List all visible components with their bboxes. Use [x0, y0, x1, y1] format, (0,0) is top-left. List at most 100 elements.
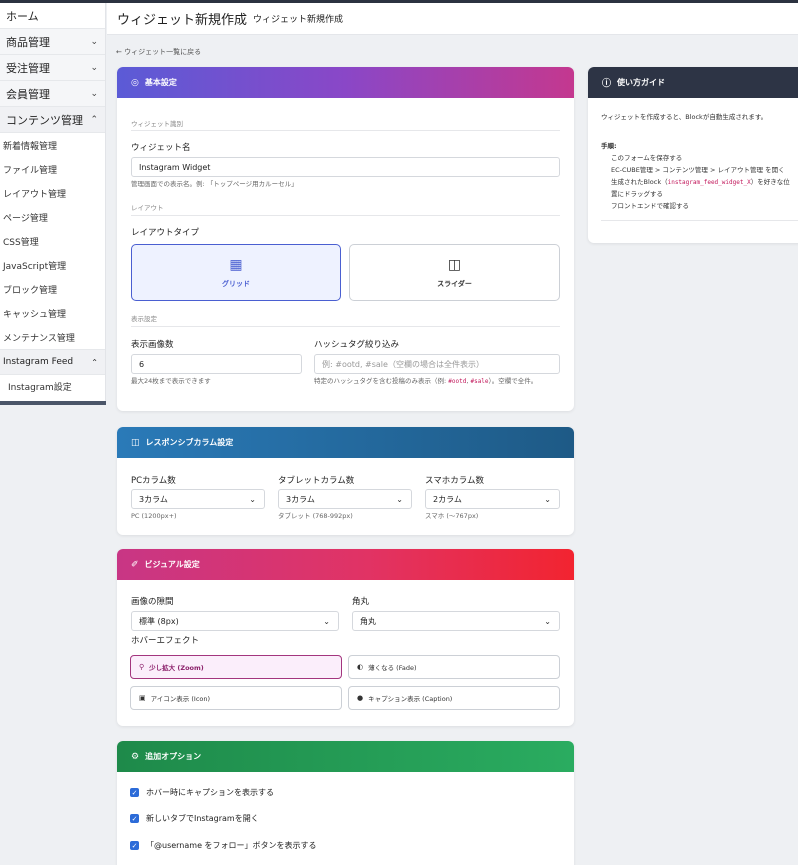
- hover-option-label: キャプション表示 (Caption): [368, 695, 453, 703]
- guide-intro: ウィジェットを作成すると、Blockが自動生成されます。: [601, 113, 768, 121]
- divider: [131, 215, 560, 216]
- instagram-icon: ◎: [131, 77, 139, 88]
- card-header: ◫ レスポンシブカラム設定: [117, 427, 574, 458]
- pc-columns-select[interactable]: 3カラム ⌄: [131, 489, 265, 509]
- checkbox-checked-icon[interactable]: ✓: [130, 841, 139, 850]
- chevron-up-icon: ⌃: [90, 114, 98, 125]
- guide-steps-title: 手順:: [601, 142, 617, 150]
- option-show-caption[interactable]: ✓ ホバー時にキャプションを表示する: [130, 787, 274, 798]
- help-text: ）。空欄で全件。: [488, 377, 538, 385]
- sidebar-item-home[interactable]: ホーム: [0, 3, 105, 29]
- back-link[interactable]: ← ウィジェット一覧に戻る: [116, 47, 201, 57]
- sidebar-subitem-maintenance[interactable]: メンテナンス管理: [0, 325, 105, 349]
- card-title: 基本設定: [144, 78, 177, 87]
- hashtag-input[interactable]: 例: #ootd, #sale（空欄の場合は全件表示）: [314, 354, 560, 374]
- page-header: ウィジェット新規作成 ウィジェット新規作成: [107, 3, 798, 35]
- card-title: 使い方ガイド: [617, 78, 666, 87]
- select-value: 2カラム: [433, 494, 462, 504]
- gap-select[interactable]: 標準 (8px) ⌄: [131, 611, 339, 631]
- select-value: 標準 (8px): [139, 616, 179, 626]
- chevron-down-icon: ⌄: [90, 36, 98, 47]
- layout-type-label: レイアウトタイプ: [131, 228, 200, 238]
- checkbox-checked-icon[interactable]: ✓: [130, 814, 139, 823]
- widget-name-help: 管理画面での表示名。例: 「トップページ用カルーセル」: [131, 180, 298, 188]
- card-title: ビジュアル設定: [144, 560, 200, 569]
- hover-option-fade[interactable]: ◐ 薄くなる (Fade): [348, 655, 560, 679]
- chevron-down-icon: ⌄: [90, 62, 98, 73]
- sidebar-subitem-files[interactable]: ファイル管理: [0, 157, 105, 181]
- brush-icon: ✐: [131, 559, 139, 570]
- sidebar-subitem-cache[interactable]: キャッシュ管理: [0, 301, 105, 325]
- option-follow-button[interactable]: ✓ 「@username をフォロー」ボタンを表示する: [130, 840, 317, 851]
- option-label: 新しいタブでInstagramを開く: [146, 814, 259, 823]
- sp-columns-label: スマホカラム数: [425, 476, 484, 486]
- divider: [131, 130, 560, 131]
- section-label: レイアウト: [131, 204, 164, 212]
- sidebar-item-label: 商品管理: [6, 35, 50, 49]
- sidebar-subitem-css[interactable]: CSS管理: [0, 229, 105, 253]
- sidebar-subitem-layout[interactable]: レイアウト管理: [0, 181, 105, 205]
- sidebar-subitem-javascript[interactable]: JavaScript管理: [0, 253, 105, 277]
- tablet-columns-select[interactable]: 3カラム ⌄: [278, 489, 412, 509]
- divider: [601, 220, 798, 221]
- sidebar-item-content[interactable]: コンテンツ管理 ⌃: [0, 107, 105, 133]
- sidebar-item-orders[interactable]: 受注管理 ⌄: [0, 55, 105, 81]
- sidebar-subitem-pages[interactable]: ページ管理: [0, 205, 105, 229]
- hover-option-label: 薄くなる (Fade): [368, 664, 417, 672]
- sidebar-item-label: 会員管理: [6, 87, 50, 101]
- divider: [131, 326, 560, 327]
- guide-step: EC-CUBE管理 > コンテンツ管理 > レイアウト管理 を開く: [611, 166, 785, 174]
- basic-settings-card: ◎ 基本設定 ウィジェット識別 ウィジェット名 Instagram Widget…: [117, 67, 574, 411]
- chevron-down-icon: ⌄: [544, 616, 551, 626]
- select-value: 3カラム: [139, 494, 168, 504]
- option-label: 「@username をフォロー」ボタンを表示する: [146, 841, 317, 850]
- responsive-columns-card: ◫ レスポンシブカラム設定 PCカラム数 3カラム ⌄ PC (1200px+) …: [117, 427, 574, 535]
- columns-icon: ◫: [131, 437, 140, 448]
- pc-columns-label: PCカラム数: [131, 476, 176, 486]
- sidebar-subitem-instagram-settings[interactable]: Instagram設定: [0, 375, 105, 397]
- hover-option-icon[interactable]: ▣ アイコン表示 (Icon): [130, 686, 342, 710]
- sidebar: ホーム 商品管理 ⌄ 受注管理 ⌄ 会員管理 ⌄ コンテンツ管理 ⌃ 新着情報管理 ファ…: [0, 3, 106, 405]
- chevron-down-icon: ⌄: [396, 494, 403, 504]
- chevron-down-icon: ⌄: [544, 494, 551, 504]
- instagram-icon: ▣: [139, 694, 146, 702]
- image-count-input[interactable]: 6: [131, 354, 302, 374]
- sidebar-item-customers[interactable]: 会員管理 ⌄: [0, 81, 105, 107]
- hover-option-label: アイコン表示 (Icon): [150, 695, 211, 703]
- grid-icon: ▦: [229, 256, 243, 273]
- page-subtitle: ウィジェット新規作成: [253, 15, 344, 25]
- layout-option-label: スライダー: [437, 279, 472, 288]
- sidebar-subitem-news[interactable]: 新着情報管理: [0, 133, 105, 157]
- sp-columns-select[interactable]: 2カラム ⌄: [425, 489, 560, 509]
- hover-option-caption[interactable]: ● キャプション表示 (Caption): [348, 686, 560, 710]
- card-header: ✐ ビジュアル設定: [117, 549, 574, 580]
- guide-step-text: ）を好きな位: [750, 178, 790, 186]
- contrast-icon: ◐: [357, 663, 364, 671]
- card-header: ⚙ 追加オプション: [117, 741, 574, 772]
- checkbox-checked-icon[interactable]: ✓: [130, 788, 139, 797]
- chevron-down-icon: ⌄: [323, 616, 330, 626]
- radius-select[interactable]: 角丸 ⌄: [352, 611, 560, 631]
- option-new-tab[interactable]: ✓ 新しいタブでInstagramを開く: [130, 813, 259, 824]
- widget-name-input[interactable]: Instagram Widget: [131, 157, 560, 177]
- visual-settings-card: ✐ ビジュアル設定 画像の隙間 標準 (8px) ⌄ 角丸 角丸 ⌄ ホバーエフェク…: [117, 549, 574, 726]
- sidebar-footer-bar: [0, 401, 106, 405]
- chevron-down-icon: ⌄: [90, 88, 98, 99]
- card-header: ⓘ 使い方ガイド: [588, 67, 798, 98]
- option-label: ホバー時にキャプションを表示する: [146, 788, 274, 797]
- guide-step: 生成されたBlock（instagram_feed_widget_X）を好きな位: [611, 177, 790, 189]
- sidebar-item-products[interactable]: 商品管理 ⌄: [0, 29, 105, 55]
- pc-columns-help: PC (1200px+): [131, 512, 177, 520]
- layout-option-grid[interactable]: ▦ グリッド: [131, 244, 341, 301]
- guide-card: ⓘ 使い方ガイド ウィジェットを作成すると、Blockが自動生成されます。 手順…: [588, 67, 798, 243]
- additional-options-card: ⚙ 追加オプション ✓ ホバー時にキャプションを表示する ✓ 新しいタブでInsta…: [117, 741, 574, 865]
- hover-option-zoom[interactable]: ⚲ 少し拡大 (Zoom): [130, 655, 342, 679]
- section-label: 表示設定: [131, 315, 157, 323]
- sidebar-item-instagram-feed[interactable]: Instagram Feed ⌃: [0, 349, 105, 375]
- film-icon: ◫: [447, 256, 462, 273]
- layout-option-slider[interactable]: ◫ スライダー: [349, 244, 560, 301]
- help-text: 特定のハッシュタグを含む投稿のみ表示（例:: [314, 377, 449, 385]
- widget-name-label: ウィジェット名: [131, 143, 191, 153]
- sidebar-subitem-blocks[interactable]: ブロック管理: [0, 277, 105, 301]
- guide-step-text: 生成されたBlock（: [611, 178, 668, 186]
